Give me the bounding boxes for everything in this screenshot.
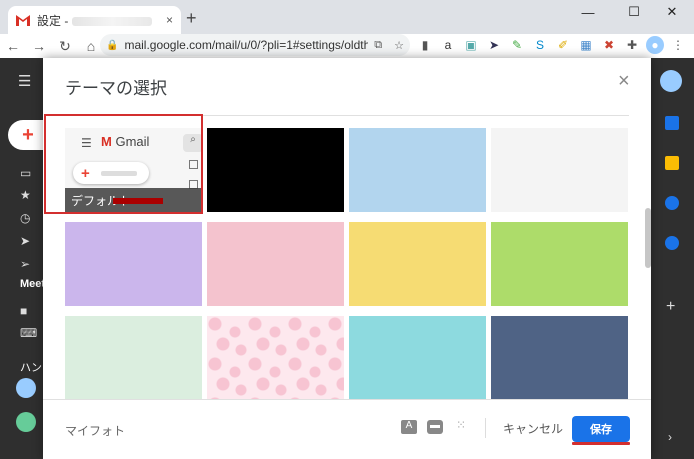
browser-tab[interactable]: 設定 - × [8, 6, 181, 34]
extension-tools-icon[interactable]: ✖ [600, 36, 618, 54]
hangouts-avatar-2[interactable] [16, 412, 36, 432]
extension-skype-icon[interactable]: S [531, 36, 549, 54]
new-tab-button[interactable]: + [186, 8, 197, 29]
theme-cyan[interactable] [349, 316, 486, 400]
theme-mint[interactable] [65, 316, 202, 400]
extensions-puzzle-icon[interactable]: ✚ [623, 36, 641, 54]
side-panel: + › [650, 58, 694, 459]
tab-title: 設定 - [37, 12, 160, 29]
extension-screenshot-icon[interactable]: ▣ [462, 36, 480, 54]
theme-lavender[interactable] [65, 222, 202, 306]
inbox-icon[interactable]: ▭ [20, 166, 31, 180]
dialog-title: テーマの選択 [65, 79, 167, 98]
footer-divider [485, 418, 486, 438]
minimize-button[interactable]: — [566, 0, 610, 24]
open-in-icon[interactable]: ⧉ [374, 39, 382, 52]
save-button[interactable]: 保存 [572, 416, 630, 442]
dialog-footer: マイフォト A ▬ ⁙ キャンセル 保存 [43, 399, 651, 459]
lock-icon: 🔒 [106, 39, 119, 51]
save-highlight-underline [572, 442, 630, 445]
gmail-favicon-icon [16, 15, 30, 26]
theme-yellow[interactable] [349, 222, 486, 306]
browser-menu-icon[interactable]: ⋮ [669, 36, 687, 54]
extension-notes-icon[interactable]: ✐ [554, 36, 572, 54]
hangouts-avatar[interactable] [16, 378, 36, 398]
starred-icon[interactable]: ★ [20, 188, 31, 202]
url-text: mail.google.com/mail/u/0/?pli=1#settings… [124, 38, 369, 52]
theme-slate-blue[interactable] [491, 316, 628, 400]
back-button[interactable]: ← [0, 38, 26, 54]
meet-video-icon[interactable]: ■ [20, 304, 27, 318]
main-menu-icon[interactable]: ☰ [18, 72, 31, 90]
extension-book-icon[interactable]: ▮ [416, 36, 434, 54]
tab-strip: 設定 - × + — ☐ ✕ [0, 0, 694, 34]
theme-dialog: テーマの選択 × ☰ M Gmail ⌕ + デフォルト マイフォト A ▬ ⁙… [43, 58, 651, 459]
theme-light-blue[interactable] [349, 128, 486, 212]
extension-calendar-icon[interactable]: ▦ [577, 36, 595, 54]
theme-light-gray[interactable] [491, 128, 628, 212]
theme-sakura[interactable] [207, 316, 344, 400]
tasks-icon[interactable] [665, 196, 679, 210]
reload-button[interactable]: ↻ [52, 38, 78, 55]
browser-toolbar: ← → ↻ ⌂ 🔒 mail.google.com/mail/u/0/?pli=… [0, 34, 694, 58]
tab-close-icon[interactable]: × [166, 13, 173, 27]
extensions-bar: ▮ a ▣ ➤ ✎ S ✐ ▦ ✖ ✚ ● ⋮ [416, 36, 687, 54]
calendar-icon[interactable] [665, 116, 679, 130]
bookmark-star-icon[interactable]: ☆ [394, 39, 404, 52]
address-bar[interactable]: 🔒 mail.google.com/mail/u/0/?pli=1#settin… [100, 34, 410, 56]
compose-button[interactable]: + [8, 120, 48, 150]
sent-icon[interactable]: ➢ [20, 257, 30, 271]
gmail-left-rail: ☰ ▭ ★ ◷ ➤ ➢ ■ ⌨ [0, 58, 44, 459]
keep-icon[interactable] [665, 156, 679, 170]
snoozed-icon[interactable]: ◷ [20, 211, 30, 225]
dialog-close-icon[interactable]: × [618, 70, 630, 93]
theme-pink[interactable] [207, 222, 344, 306]
expand-panel-icon[interactable]: › [668, 430, 672, 444]
extension-amazon-icon[interactable]: a [439, 36, 457, 54]
vignette-icon[interactable]: ▬ [427, 420, 443, 434]
selected-theme-highlight [44, 114, 203, 214]
cancel-button[interactable]: キャンセル [503, 420, 563, 437]
window-close-button[interactable]: ✕ [650, 0, 694, 24]
forward-button[interactable]: → [26, 38, 52, 54]
theme-grid-scrollbar[interactable] [645, 208, 651, 268]
hangouts-section-label: ハン [20, 362, 42, 374]
important-icon[interactable]: ➤ [20, 234, 30, 248]
theme-green[interactable] [491, 222, 628, 306]
compose-plus-icon: + [22, 123, 34, 146]
blur-icon[interactable]: ⁙ [453, 418, 469, 432]
meet-section-label: Meet [20, 278, 46, 290]
account-avatar[interactable] [660, 70, 682, 92]
extension-eyedropper-icon[interactable]: ✎ [508, 36, 526, 54]
profile-avatar-icon[interactable]: ● [646, 36, 664, 54]
theme-black[interactable] [207, 128, 344, 212]
contacts-icon[interactable] [665, 236, 679, 250]
add-addon-icon[interactable]: + [666, 298, 675, 316]
meet-keyboard-icon[interactable]: ⌨ [20, 326, 37, 340]
text-background-icon[interactable]: A [401, 420, 417, 434]
extension-cursor-icon[interactable]: ➤ [485, 36, 503, 54]
my-photos-link[interactable]: マイフォト [65, 422, 125, 439]
